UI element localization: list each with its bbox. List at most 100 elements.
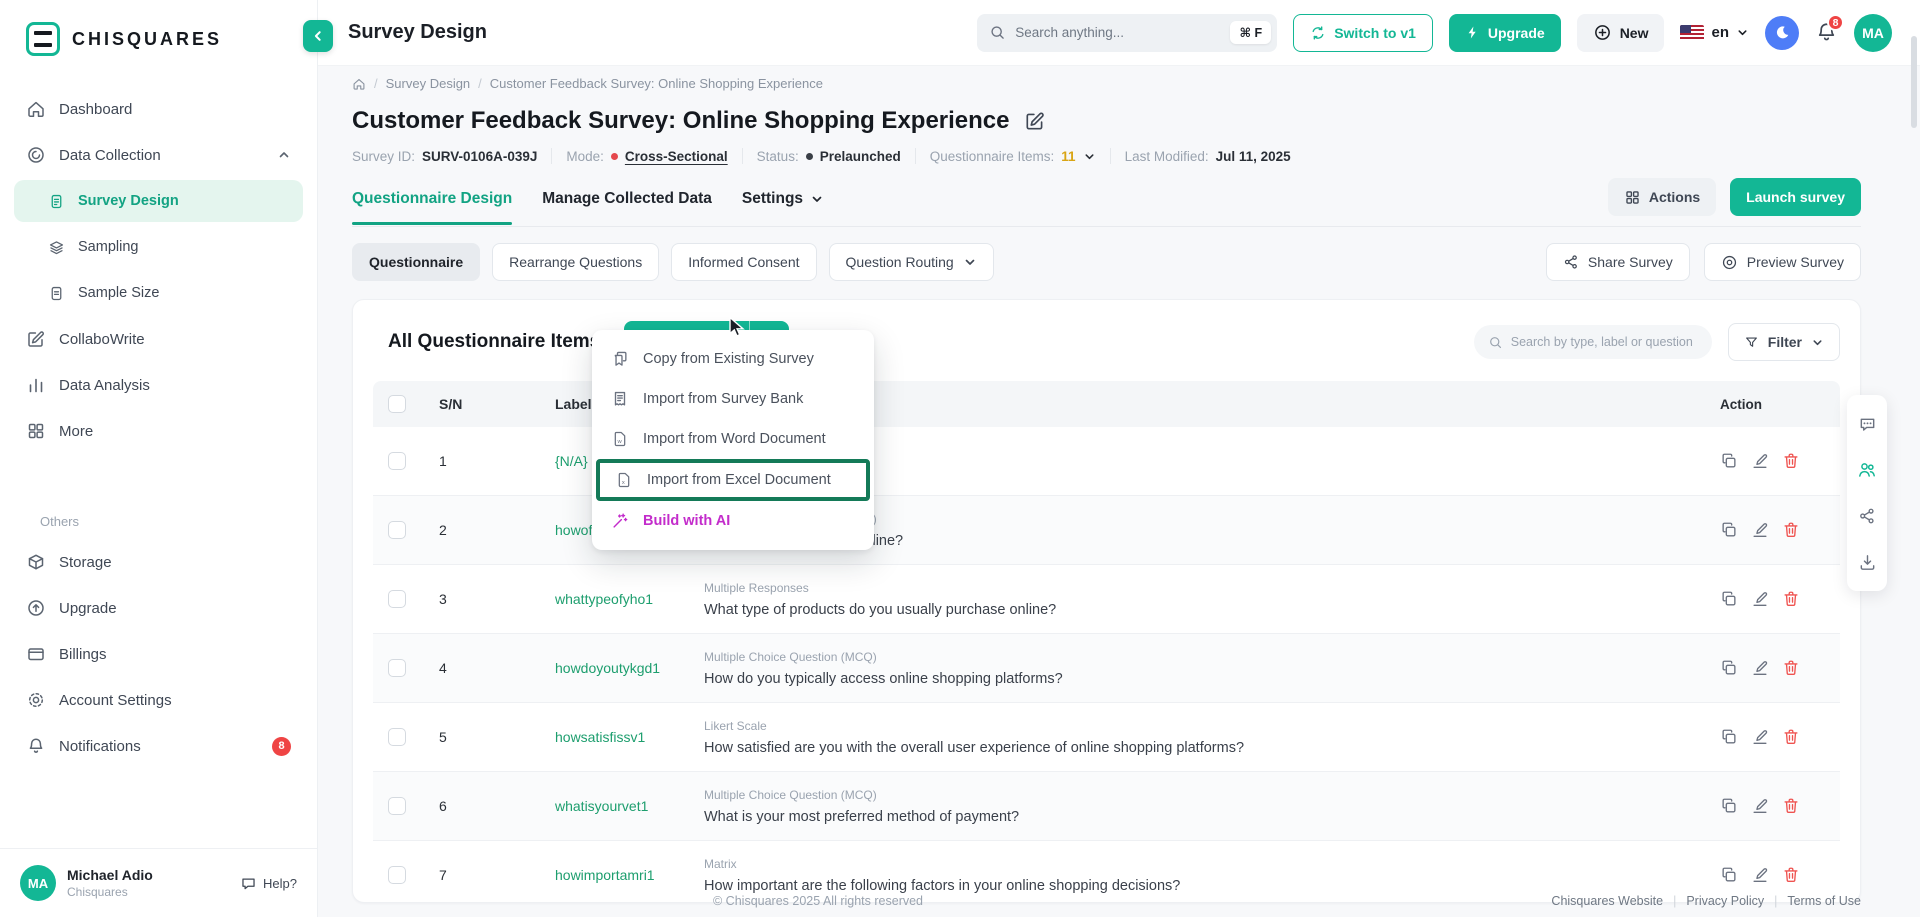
download-button[interactable] <box>1850 541 1884 583</box>
edit-pencil-icon[interactable] <box>1751 521 1769 539</box>
launch-survey-button[interactable]: Launch survey <box>1730 178 1861 216</box>
share-survey-button[interactable]: Share Survey <box>1546 243 1690 281</box>
footer-link-privacy[interactable]: Privacy Policy <box>1686 894 1764 908</box>
sidebar-item-data-collection[interactable]: Data Collection <box>14 134 303 176</box>
share-button[interactable] <box>1850 495 1884 537</box>
collaborators-button[interactable] <box>1850 449 1884 491</box>
sidebar-item-more[interactable]: More <box>14 410 303 452</box>
delete-trash-icon[interactable] <box>1782 728 1800 746</box>
menu-item-build-with-ai[interactable]: Build with AI <box>592 501 874 541</box>
last-modified: Last Modified: Jul 11, 2025 <box>1125 149 1291 164</box>
edit-pencil-icon[interactable] <box>1751 659 1769 677</box>
sidebar-item-sampling[interactable]: Sampling <box>14 226 303 268</box>
row-label[interactable]: howimportamri1 <box>539 867 704 883</box>
row-sn: 2 <box>429 522 539 538</box>
duplicate-icon[interactable] <box>1720 590 1738 608</box>
profile-avatar[interactable]: MA <box>1854 14 1892 52</box>
delete-trash-icon[interactable] <box>1782 452 1800 470</box>
row-label[interactable]: whattypeofyho1 <box>539 591 704 607</box>
menu-item-import-from-word-document[interactable]: w Import from Word Document <box>592 419 874 459</box>
switch-to-v1-button[interactable]: Switch to v1 <box>1293 14 1433 52</box>
duplicate-icon[interactable] <box>1720 452 1738 470</box>
row-label[interactable]: howsatisfissv1 <box>539 729 704 745</box>
delete-trash-icon[interactable] <box>1782 521 1800 539</box>
tab-settings-label: Settings <box>742 190 803 208</box>
logo[interactable]: CHISQUARES <box>0 0 317 74</box>
sidebar-item-collabowrite[interactable]: CollaboWrite <box>14 318 303 360</box>
filter-button[interactable]: Filter <box>1728 323 1840 361</box>
row-checkbox[interactable] <box>388 521 406 539</box>
user-avatar[interactable]: MA <box>20 865 56 901</box>
subtab-questionnaire[interactable]: Questionnaire <box>352 243 480 281</box>
select-all-checkbox[interactable] <box>388 395 406 413</box>
menu-item-copy-from-existing-survey[interactable]: Copy from Existing Survey <box>592 339 874 379</box>
row-checkbox[interactable] <box>388 659 406 677</box>
new-button[interactable]: New <box>1577 14 1665 52</box>
subtab-informed-consent[interactable]: Informed Consent <box>671 243 816 281</box>
table-search-input[interactable]: Search by type, label or question <box>1474 325 1712 359</box>
duplicate-icon[interactable] <box>1720 659 1738 677</box>
sidebar-item-survey-design[interactable]: Survey Design <box>14 180 303 222</box>
duplicate-icon[interactable] <box>1720 797 1738 815</box>
subtab-question-routing[interactable]: Question Routing <box>829 243 994 281</box>
sidebar-item-data-analysis[interactable]: Data Analysis <box>14 364 303 406</box>
row-checkbox[interactable] <box>388 452 406 470</box>
menu-item-import-from-survey-bank[interactable]: Import from Survey Bank <box>592 379 874 419</box>
subtab-rearrange-questions[interactable]: Rearrange Questions <box>492 243 659 281</box>
notifications-bell[interactable]: 8 <box>1815 21 1838 44</box>
duplicate-icon[interactable] <box>1720 728 1738 746</box>
breadcrumb-current[interactable]: Customer Feedback Survey: Online Shoppin… <box>490 76 823 91</box>
tab-questionnaire-design[interactable]: Questionnaire Design <box>352 180 512 224</box>
tab-settings[interactable]: Settings <box>742 180 824 224</box>
footer-link-website[interactable]: Chisquares Website <box>1551 894 1663 908</box>
dark-mode-toggle[interactable] <box>1765 16 1799 50</box>
row-checkbox[interactable] <box>388 590 406 608</box>
sidebar-item-billings[interactable]: Billings <box>14 633 303 675</box>
actions-button[interactable]: Actions <box>1608 178 1716 216</box>
edit-title-icon[interactable] <box>1024 110 1046 132</box>
row-label[interactable]: howdoyoutykgd1 <box>539 660 704 676</box>
edit-pencil-icon[interactable] <box>1751 590 1769 608</box>
scrollbar[interactable] <box>1911 36 1917 128</box>
help-button[interactable]: Help? <box>240 875 297 892</box>
delete-trash-icon[interactable] <box>1782 590 1800 608</box>
breadcrumb-survey-design[interactable]: Survey Design <box>386 76 471 91</box>
sidebar-item-storage[interactable]: Storage <box>14 541 303 583</box>
sidebar-collapse-button[interactable] <box>303 20 333 52</box>
app-window: CHISQUARES Dashboard Data Collection Sur… <box>0 0 1920 917</box>
edit-pencil-icon[interactable] <box>1751 797 1769 815</box>
menu-item-label: Copy from Existing Survey <box>643 351 814 367</box>
edit-pencil-icon[interactable] <box>1751 866 1769 884</box>
delete-trash-icon[interactable] <box>1782 866 1800 884</box>
sidebar-item-sample-size[interactable]: Sample Size <box>14 272 303 314</box>
delete-trash-icon[interactable] <box>1782 659 1800 677</box>
row-checkbox[interactable] <box>388 728 406 746</box>
lightning-icon <box>1465 25 1480 40</box>
duplicate-icon[interactable] <box>1720 866 1738 884</box>
global-search-input[interactable]: Search anything... ⌘ F <box>977 14 1277 52</box>
questionnaire-items-count[interactable]: Questionnaire Items: 11 <box>930 149 1096 164</box>
sidebar-item-account-settings[interactable]: Account Settings <box>14 679 303 721</box>
user-name: Michael Adio <box>67 867 153 885</box>
survey-mode-value[interactable]: Cross-Sectional <box>625 149 728 164</box>
sidebar-item-notifications[interactable]: Notifications 8 <box>14 725 303 767</box>
comments-button[interactable] <box>1850 403 1884 445</box>
tab-manage-collected-data[interactable]: Manage Collected Data <box>542 180 712 224</box>
language-selector[interactable]: en <box>1680 24 1749 41</box>
delete-trash-icon[interactable] <box>1782 797 1800 815</box>
row-label[interactable]: whatisyourvet1 <box>539 798 704 814</box>
home-icon[interactable] <box>352 77 366 91</box>
preview-survey-button[interactable]: Preview Survey <box>1704 243 1861 281</box>
upgrade-button[interactable]: Upgrade <box>1449 14 1561 52</box>
edit-pencil-icon[interactable] <box>1751 728 1769 746</box>
survey-title: Customer Feedback Survey: Online Shoppin… <box>352 107 1010 135</box>
sidebar-item-label: Sampling <box>78 239 138 255</box>
menu-item-import-from-excel-document[interactable]: x Import from Excel Document <box>596 459 870 501</box>
sidebar-item-dashboard[interactable]: Dashboard <box>14 88 303 130</box>
row-checkbox[interactable] <box>388 866 406 884</box>
row-checkbox[interactable] <box>388 797 406 815</box>
sidebar-item-upgrade[interactable]: Upgrade <box>14 587 303 629</box>
duplicate-icon[interactable] <box>1720 521 1738 539</box>
footer-link-terms[interactable]: Terms of Use <box>1787 894 1861 908</box>
edit-pencil-icon[interactable] <box>1751 452 1769 470</box>
